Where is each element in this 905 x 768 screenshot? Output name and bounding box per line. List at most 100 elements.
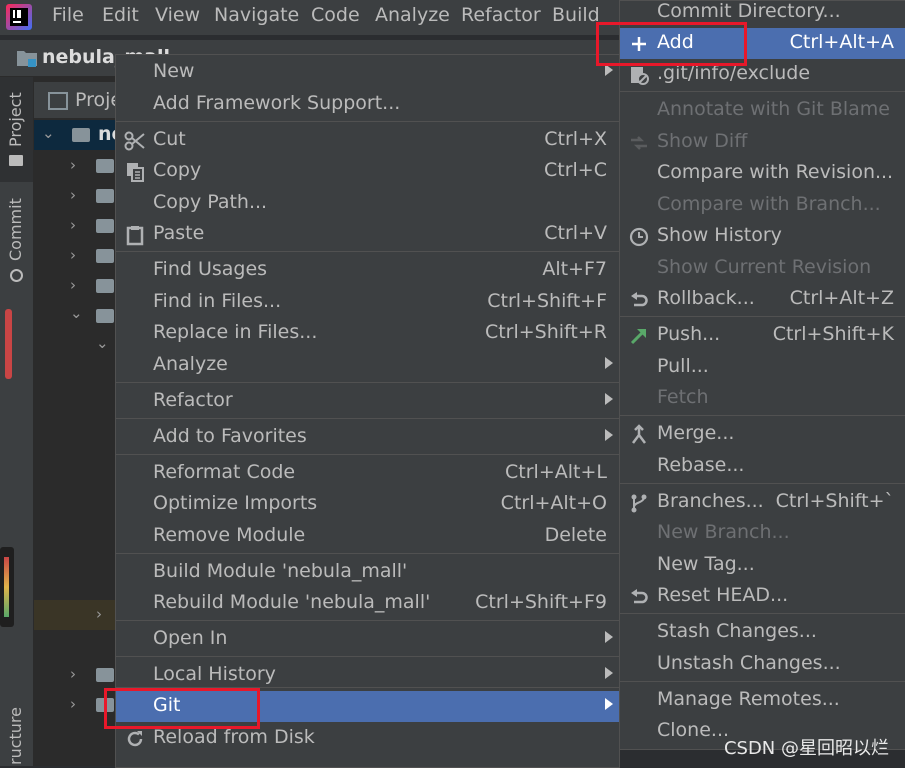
git-submenu-item-new-tag[interactable]: New Tag...	[620, 550, 905, 581]
tree-row-root[interactable]: ⌄ ne	[34, 120, 124, 150]
tree-row[interactable]: ⌄	[34, 331, 124, 361]
context-menu-item-copy-path[interactable]: Copy Path...	[116, 188, 619, 219]
git-submenu-item-rebase[interactable]: Rebase...	[620, 451, 905, 482]
menu-item-shortcut: Ctrl+X	[544, 128, 607, 150]
folder-icon	[96, 189, 114, 203]
menu-item-shortcut: Ctrl+Shift+`	[775, 490, 894, 512]
context-menu-item-optimize-imports[interactable]: Optimize Imports Ctrl+Alt+O	[116, 489, 619, 520]
folder-icon	[96, 159, 114, 173]
commit-icon	[10, 269, 23, 282]
context-menu-item-remove-module[interactable]: Remove Module Delete	[116, 521, 619, 552]
submenu-arrow-icon	[605, 357, 613, 369]
context-menu-item-build-module-nebula-mall[interactable]: Build Module 'nebula_mall'	[116, 557, 619, 588]
git-submenu-item-stash-changes[interactable]: Stash Changes...	[620, 617, 905, 648]
chevron-right-icon: ›	[70, 216, 76, 234]
commit-tool-tab[interactable]: Commit	[0, 197, 33, 287]
menu-item-label: Rebase...	[657, 454, 745, 476]
menu-item-label: Commit Directory...	[657, 0, 841, 22]
git-submenu-item-reset-head[interactable]: Reset HEAD...	[620, 581, 905, 612]
menu-build[interactable]: Build	[552, 4, 600, 26]
menu-code[interactable]: Code	[311, 4, 360, 26]
context-menu-item-add-framework-support[interactable]: Add Framework Support...	[116, 89, 619, 120]
tree-row[interactable]: ›	[34, 181, 124, 211]
folder-icon	[96, 219, 114, 233]
tree-row[interactable]: ⌄	[34, 301, 124, 331]
context-menu-item-cut[interactable]: Cut Ctrl+X	[116, 125, 619, 156]
menu-analyze[interactable]: Analyze	[375, 4, 450, 26]
tree-row[interactable]: ›	[34, 241, 124, 271]
commit-tab-label: Commit	[6, 198, 25, 261]
context-menu-item-new[interactable]: New	[116, 57, 619, 88]
menu-item-shortcut: Ctrl+Shift+R	[484, 321, 607, 343]
git-submenu-item-merge[interactable]: Merge...	[620, 419, 905, 450]
menu-navigate[interactable]: Navigate	[214, 4, 299, 26]
menu-item-label: Paste	[153, 222, 205, 244]
submenu-arrow-icon	[605, 698, 613, 710]
context-menu-item-replace-in-files[interactable]: Replace in Files... Ctrl+Shift+R	[116, 318, 619, 349]
git-submenu-item-compare-with-revision[interactable]: Compare with Revision...	[620, 158, 905, 189]
menu-item-label: Analyze	[153, 353, 228, 375]
git-submenu-item-show-diff: Show Diff	[620, 127, 905, 158]
menu-item-label: Pull...	[657, 355, 709, 377]
menu-item-shortcut: Ctrl+C	[544, 159, 607, 181]
tree-row[interactable]: ›	[34, 211, 124, 241]
menu-separator	[116, 382, 619, 383]
context-menu-item-copy[interactable]: Copy Ctrl+C	[116, 156, 619, 187]
menu-file[interactable]: File	[52, 4, 84, 26]
menu-edit[interactable]: Edit	[102, 4, 139, 26]
git-submenu-item-branches[interactable]: Branches... Ctrl+Shift+`	[620, 487, 905, 518]
menu-view[interactable]: View	[155, 4, 200, 26]
submenu-arrow-icon	[605, 429, 613, 441]
chevron-right-icon: ›	[70, 695, 76, 713]
context-menu-item-paste[interactable]: Paste Ctrl+V	[116, 219, 619, 250]
context-menu-item-reformat-code[interactable]: Reformat Code Ctrl+Alt+L	[116, 458, 619, 489]
submenu-arrow-icon	[605, 667, 613, 679]
menu-item-label: Show Current Revision	[657, 256, 872, 278]
context-menu-item-refactor[interactable]: Refactor	[116, 386, 619, 417]
menu-refactor[interactable]: Refactor	[461, 4, 541, 26]
git-submenu-item-annotate-with-git-blame: Annotate with Git Blame	[620, 95, 905, 126]
menu-item-label: New Tag...	[657, 553, 755, 575]
git-submenu-item-push[interactable]: Push... Ctrl+Shift+K	[620, 320, 905, 351]
context-menu-item-open-in[interactable]: Open In	[116, 624, 619, 655]
branch-icon	[628, 492, 650, 514]
chevron-right-icon: ›	[70, 156, 76, 174]
git-submenu-item-manage-remotes[interactable]: Manage Remotes...	[620, 685, 905, 716]
undo-icon	[628, 586, 650, 608]
chevron-right-icon: ›	[96, 605, 102, 623]
tree-row[interactable]: ›	[34, 151, 124, 181]
chevron-down-icon: ⌄	[70, 304, 83, 322]
menu-item-shortcut: Ctrl+Shift+F	[487, 290, 607, 312]
context-menu-item-analyze[interactable]: Analyze	[116, 350, 619, 381]
git-submenu-item-pull[interactable]: Pull...	[620, 352, 905, 383]
chevron-right-icon: ›	[70, 276, 76, 294]
menu-item-shortcut: Ctrl+Alt+L	[505, 461, 607, 483]
menu-item-label: Cut	[153, 128, 186, 150]
context-menu-item-find-in-files[interactable]: Find in Files... Ctrl+Shift+F	[116, 287, 619, 318]
menu-item-label: Fetch	[657, 386, 709, 408]
menu-item-label: Branches...	[657, 490, 764, 512]
menu-item-label: Compare with Revision...	[657, 161, 894, 183]
chevron-down-icon: ⌄	[42, 124, 55, 142]
ignore-file-icon	[628, 64, 650, 86]
tree-row[interactable]: ›	[34, 660, 124, 690]
tree-row-excluded[interactable]: ›	[34, 600, 124, 630]
tree-row[interactable]: ›	[34, 271, 124, 301]
git-submenu-item-show-history[interactable]: Show History	[620, 221, 905, 252]
menu-item-label: Unstash Changes...	[657, 652, 841, 674]
context-menu-item-rebuild-module-nebula-mall[interactable]: Rebuild Module 'nebula_mall' Ctrl+Shift+F…	[116, 588, 619, 619]
project-tab-label: Project	[6, 92, 25, 147]
context-menu-item-add-to-favorites[interactable]: Add to Favorites	[116, 422, 619, 453]
menu-item-shortcut: Ctrl+Alt+O	[500, 492, 607, 514]
context-menu-item-find-usages[interactable]: Find Usages Alt+F7	[116, 255, 619, 286]
annotation-box-git	[104, 688, 260, 729]
menu-item-label: Copy	[153, 159, 202, 181]
undo-icon	[628, 289, 650, 311]
project-tool-tab[interactable]: Project	[0, 77, 33, 182]
git-submenu-item-rollback[interactable]: Rollback... Ctrl+Alt+Z	[620, 284, 905, 315]
git-submenu-item-unstash-changes[interactable]: Unstash Changes...	[620, 649, 905, 680]
menu-item-label: Reformat Code	[153, 461, 296, 483]
menu-item-label: Optimize Imports	[153, 492, 318, 514]
structure-tool-tab[interactable]: ructure	[0, 707, 33, 767]
menu-separator	[116, 656, 619, 657]
